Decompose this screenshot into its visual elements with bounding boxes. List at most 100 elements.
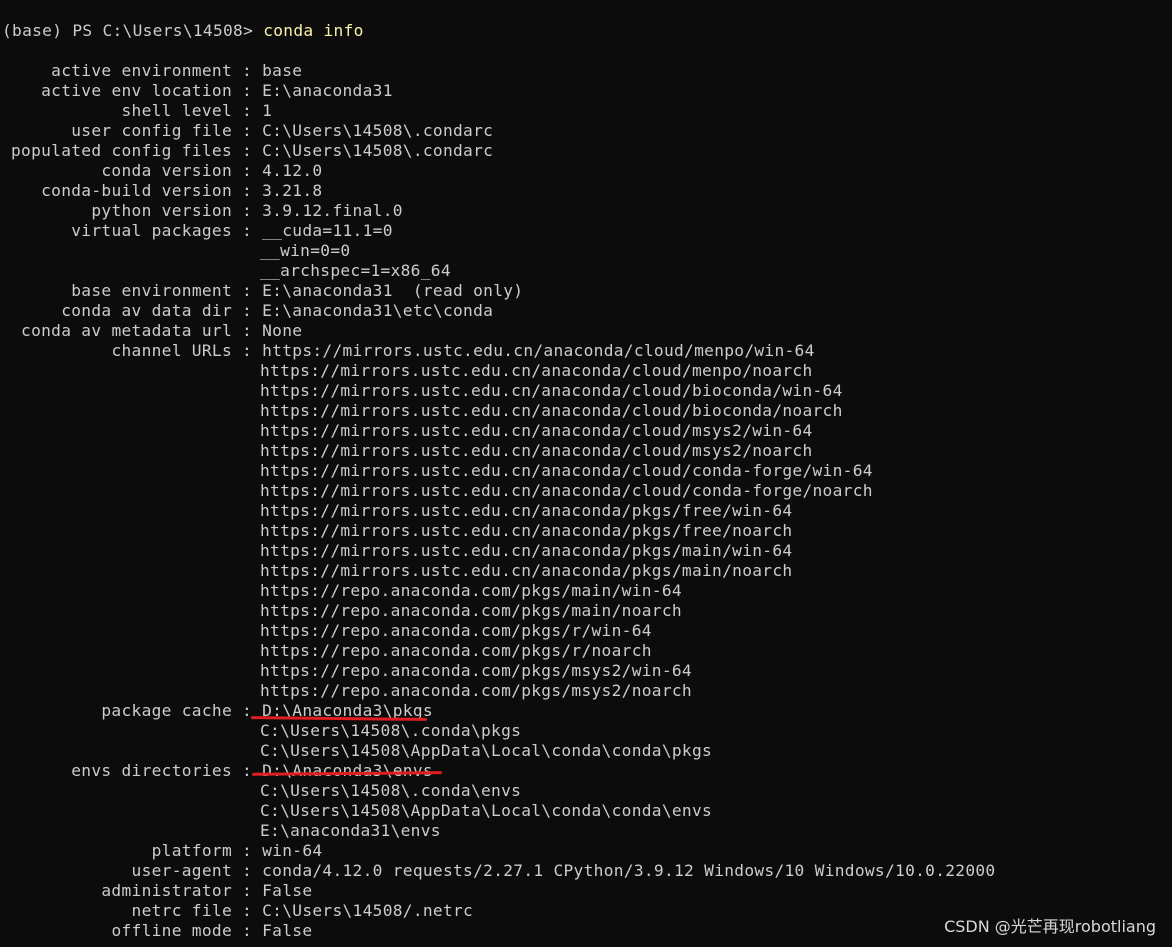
info-separator: :: [232, 341, 263, 360]
info-separator: :: [232, 281, 263, 300]
info-row-python-version: python version : 3.9.12.final.0: [2, 201, 1172, 221]
info-separator: :: [232, 301, 263, 320]
info-value-continuation: https://mirrors.ustc.edu.cn/anaconda/clo…: [260, 441, 813, 460]
info-label: shell level: [121, 101, 232, 120]
info-row-package-cache: package cache : D:\Anaconda3\pkgs: [2, 701, 1172, 721]
info-row-populated-config-files: populated config files : C:\Users\14508\…: [2, 141, 1172, 161]
info-separator: :: [232, 321, 263, 340]
info-value: C:\Users\14508\.condarc: [262, 121, 494, 140]
info-separator: :: [232, 761, 263, 780]
info-label: platform: [151, 841, 232, 860]
info-value: 3.9.12.final.0: [262, 201, 403, 220]
info-row-platform: platform : win-64: [2, 841, 1172, 861]
info-separator: :: [232, 881, 263, 900]
info-label: active environment: [51, 61, 232, 80]
info-value: 4.12.0: [262, 161, 323, 180]
info-value: __cuda=11.1=0: [262, 221, 393, 240]
info-separator: :: [232, 81, 263, 100]
info-label: conda-build version: [41, 181, 232, 200]
info-value: E:\anaconda31: [262, 81, 393, 100]
info-label: populated config files: [10, 141, 232, 160]
info-value: E:\anaconda31\etc\conda: [262, 301, 494, 320]
info-label: base environment: [71, 281, 232, 300]
info-label: package cache: [101, 701, 232, 720]
info-row-envs-directories: envs directories : D:\Anaconda3\envs: [2, 761, 1172, 781]
info-separator: :: [232, 101, 263, 120]
info-row-active-env-location: active env location : E:\anaconda31: [2, 81, 1172, 101]
info-value: C:\Users\14508\.condarc: [262, 141, 494, 160]
info-value-continuation: __archspec=1=x86_64: [260, 261, 451, 280]
info-value-continuation: https://mirrors.ustc.edu.cn/anaconda/pkg…: [260, 561, 793, 580]
info-value-continuation: https://mirrors.ustc.edu.cn/anaconda/clo…: [260, 381, 843, 400]
info-row-user-agent: user-agent : conda/4.12.0 requests/2.27.…: [2, 861, 1172, 881]
info-value: False: [262, 881, 313, 900]
info-value-continuation: https://mirrors.ustc.edu.cn/anaconda/pkg…: [260, 521, 793, 540]
info-value: E:\anaconda31 (read only): [262, 281, 524, 300]
info-row-conda-version: conda version : 4.12.0: [2, 161, 1172, 181]
info-value-continuation: E:\anaconda31\envs: [260, 821, 441, 840]
info-value: base: [262, 61, 303, 80]
info-label: conda version: [101, 161, 232, 180]
info-label: virtual packages: [71, 221, 232, 240]
info-value-continuation: https://repo.anaconda.com/pkgs/main/noar…: [260, 601, 682, 620]
info-value-continuation: https://mirrors.ustc.edu.cn/anaconda/pkg…: [260, 541, 793, 560]
info-separator: :: [232, 841, 263, 860]
info-row-channel-urls: channel URLs : https://mirrors.ustc.edu.…: [2, 341, 1172, 361]
info-row-conda-av-data-dir: conda av data dir : E:\anaconda31\etc\co…: [2, 301, 1172, 321]
info-separator: :: [232, 61, 263, 80]
info-value-continuation: https://mirrors.ustc.edu.cn/anaconda/pkg…: [260, 501, 793, 520]
info-value-continuation: https://mirrors.ustc.edu.cn/anaconda/clo…: [260, 481, 873, 500]
info-row-conda-av-metadata-url: conda av metadata url : None: [2, 321, 1172, 341]
info-label: conda av data dir: [61, 301, 232, 320]
info-value: None: [262, 321, 303, 340]
info-label: administrator: [101, 881, 232, 900]
info-row-virtual-packages: virtual packages : __cuda=11.1=0: [2, 221, 1172, 241]
info-separator: :: [232, 201, 263, 220]
info-value: False: [262, 921, 313, 940]
info-value: 1: [262, 101, 273, 120]
info-separator: :: [232, 221, 263, 240]
info-value-continuation: C:\Users\14508\.conda\pkgs: [260, 721, 522, 740]
terminal-window[interactable]: (base) PS C:\Users\14508> conda info act…: [0, 0, 1172, 947]
info-value: 3.21.8: [262, 181, 323, 200]
info-value-continuation: C:\Users\14508\AppData\Local\conda\conda…: [260, 801, 713, 820]
info-label: envs directories: [71, 761, 232, 780]
info-separator: :: [232, 901, 263, 920]
info-value-continuation: __win=0=0: [260, 241, 351, 260]
info-value-continuation: https://mirrors.ustc.edu.cn/anaconda/clo…: [260, 361, 813, 380]
info-value-continuation: https://mirrors.ustc.edu.cn/anaconda/clo…: [260, 461, 873, 480]
info-label: channel URLs: [111, 341, 232, 360]
info-label: offline mode: [111, 921, 232, 940]
info-value: win-64: [262, 841, 323, 860]
command-text: conda info: [263, 21, 364, 40]
conda-info-output: active environment : base active env loca…: [2, 61, 1172, 941]
info-separator: :: [232, 161, 263, 180]
info-label: user-agent: [131, 861, 232, 880]
info-row-user-config-file: user config file : C:\Users\14508\.conda…: [2, 121, 1172, 141]
info-value: conda/4.12.0 requests/2.27.1 CPython/3.9…: [262, 861, 996, 880]
prompt-text: (base) PS C:\Users\14508>: [2, 21, 264, 40]
info-value-continuation: https://repo.anaconda.com/pkgs/r/noarch: [260, 641, 652, 660]
csdn-watermark: CSDN @光芒再现robotliang: [944, 917, 1156, 936]
info-label: netrc file: [131, 901, 232, 920]
info-separator: :: [232, 181, 263, 200]
info-value-continuation: https://repo.anaconda.com/pkgs/msys2/noa…: [260, 681, 692, 700]
info-row-active-environment: active environment : base: [2, 61, 1172, 81]
info-row-conda-build-version: conda-build version : 3.21.8: [2, 181, 1172, 201]
info-value: https://mirrors.ustc.edu.cn/anaconda/clo…: [262, 341, 815, 360]
info-value-continuation: C:\Users\14508\AppData\Local\conda\conda…: [260, 741, 713, 760]
info-row-administrator: administrator : False: [2, 881, 1172, 901]
info-value-continuation: https://repo.anaconda.com/pkgs/r/win-64: [260, 621, 652, 640]
info-label: conda av metadata url: [21, 321, 232, 340]
info-value-continuation: https://repo.anaconda.com/pkgs/main/win-…: [260, 581, 682, 600]
info-separator: :: [232, 141, 263, 160]
info-value-continuation: https://repo.anaconda.com/pkgs/msys2/win…: [260, 661, 692, 680]
info-separator: :: [232, 861, 263, 880]
info-value: C:\Users\14508/.netrc: [262, 901, 474, 920]
info-label: python version: [91, 201, 232, 220]
info-label: user config file: [71, 121, 232, 140]
info-label: active env location: [41, 81, 232, 100]
info-value-continuation: C:\Users\14508\.conda\envs: [260, 781, 522, 800]
info-row-base-environment: base environment : E:\anaconda31 (read o…: [2, 281, 1172, 301]
prompt-line: (base) PS C:\Users\14508> conda info: [2, 21, 1172, 41]
